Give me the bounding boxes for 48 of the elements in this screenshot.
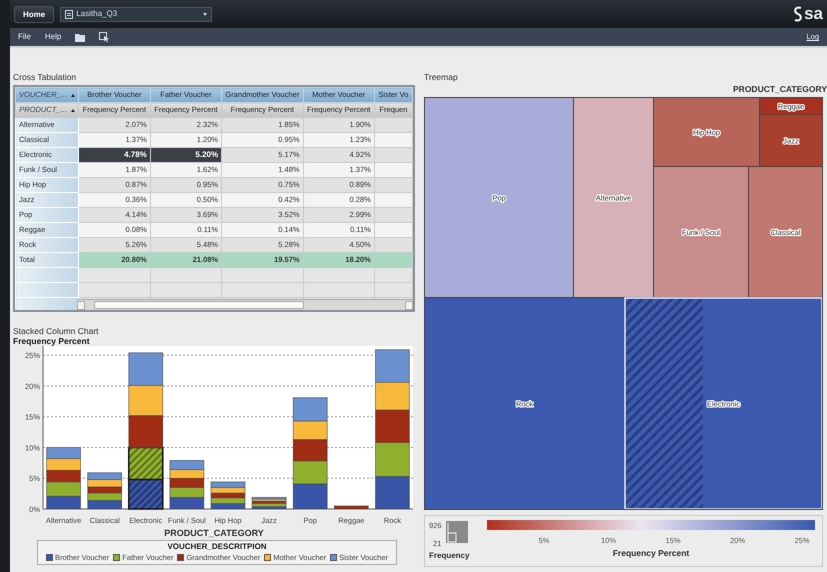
legend-swatch: [264, 554, 272, 561]
menu-item[interactable]: File: [18, 31, 31, 43]
treemap-tile[interactable]: [574, 98, 653, 297]
bar-segment[interactable]: [128, 385, 164, 416]
bar-segment[interactable]: [292, 397, 328, 422]
bar-segment[interactable]: [292, 460, 328, 484]
document-icon: [65, 10, 74, 18]
sort-icon[interactable]: [70, 94, 75, 97]
legend-title: Frequency: [429, 550, 470, 562]
selection-icon[interactable]: [99, 32, 110, 42]
legend-swatch: [177, 554, 184, 561]
size-legend-icon: [446, 521, 468, 543]
bar-segment[interactable]: [128, 352, 164, 386]
axis-title: Frequency Percent: [13, 336, 91, 346]
treemap-tile[interactable]: [749, 167, 822, 297]
treemap-tile[interactable]: [654, 98, 759, 166]
legend-title: Frequency Percent: [612, 547, 690, 560]
treemap-tile[interactable]: [425, 98, 573, 297]
sort-icon[interactable]: [70, 108, 75, 112]
home-button[interactable]: Home: [14, 6, 54, 22]
bar-segment[interactable]: [87, 472, 122, 480]
legend-swatch: [46, 554, 53, 561]
axis-title: PRODUCT_CATEGORY: [163, 528, 265, 538]
report-dropdown[interactable]: Lasitha_Q3: [60, 6, 212, 22]
bar-segment[interactable]: [292, 483, 328, 510]
panel-title: Stacked Column Chart: [13, 326, 100, 336]
folder-icon[interactable]: [75, 32, 86, 42]
horizontal-scrollbar[interactable]: [77, 299, 413, 310]
logo-text: sa: [804, 5, 823, 23]
treemap-tile[interactable]: [425, 298, 624, 509]
menu-item[interactable]: Help: [44, 31, 62, 43]
legend-title: VOUCHER_DESCRITPION: [166, 542, 268, 552]
table-cell[interactable]: 4.78%: [78, 148, 150, 162]
legend-swatch: [330, 554, 338, 561]
bar-segment[interactable]: [292, 420, 328, 440]
table-cell[interactable]: 5.20%: [150, 148, 222, 162]
treemap-tile[interactable]: [654, 167, 748, 297]
bar-segment[interactable]: [292, 439, 328, 462]
panel-title: Treemap: [424, 72, 459, 82]
treemap-tile[interactable]: [760, 98, 822, 114]
bar-segment[interactable]: [128, 446, 164, 480]
bar-segment[interactable]: [128, 478, 164, 510]
panel-title: Cross Tabulation: [13, 72, 78, 82]
treemap-tile[interactable]: [760, 115, 822, 166]
level-label: PRODUCT_CATEGORY: [732, 84, 827, 94]
bar-segment[interactable]: [128, 415, 164, 448]
logo-icon: [793, 6, 804, 22]
legend-swatch: [113, 554, 120, 561]
